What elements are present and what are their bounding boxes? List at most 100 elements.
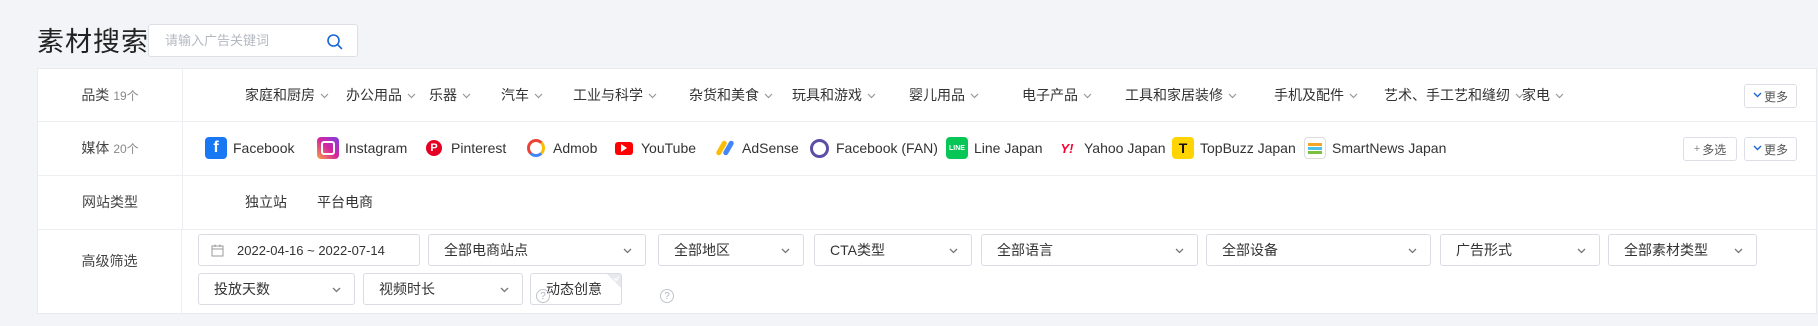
filter-dropdown[interactable]: 投放天数	[198, 273, 355, 305]
category-item[interactable]: 家电	[1522, 69, 1564, 121]
search-icon[interactable]	[326, 33, 343, 50]
site-type-label: 网站类型	[38, 175, 183, 229]
filter-dropdown-value: 全部语言	[997, 242, 1053, 258]
media-row: 媒体 20个 f Facebook Instagram P Pinterest Admob…	[38, 121, 1816, 176]
site-type-platform[interactable]: 平台电商	[317, 175, 373, 229]
media-item[interactable]: T TopBuzz Japan	[1172, 121, 1296, 175]
media-item[interactable]: YouTube	[613, 121, 696, 175]
filter-dropdown[interactable]: 全部设备	[1206, 234, 1431, 266]
search-box[interactable]	[148, 24, 358, 57]
filter-panel: 品类 19个 家庭和厨房 办公用品 乐器 汽车 工业与科学 杂货和美食 玩具和游戏 婴儿用品 电…	[37, 68, 1817, 314]
advanced-row: 高级筛选 2022-04-16 ~ 2022-07-14 全部电商站点 全部地区 C…	[38, 229, 1816, 313]
category-item-label: 玩具和游戏	[792, 87, 862, 103]
media-label-text: 媒体	[81, 140, 110, 156]
media-item[interactable]: Instagram	[317, 121, 407, 175]
media-item-label: Admob	[553, 140, 598, 156]
filter-dropdown[interactable]: 视频时长	[363, 273, 523, 305]
category-item-label: 工业与科学	[573, 87, 643, 103]
category-item-label: 艺术、手工艺和缝纫	[1384, 87, 1510, 103]
site-type-row: 网站类型 独立站 平台电商	[38, 175, 1816, 230]
chevron-down-icon	[1555, 91, 1564, 100]
date-range-picker[interactable]: 2022-04-16 ~ 2022-07-14	[198, 234, 420, 266]
media-item[interactable]: SmartNews Japan	[1304, 121, 1446, 175]
media-item[interactable]: Y! Yahoo Japan	[1056, 121, 1165, 175]
help-icon-video-duration[interactable]: ?	[536, 289, 550, 303]
category-item-label: 杂货和美食	[689, 87, 759, 103]
help-icon-dynamic-creative[interactable]: ?	[660, 289, 674, 303]
topbuzz-icon: T	[1172, 137, 1194, 159]
media-item[interactable]: AdSense	[714, 121, 799, 175]
filter-dropdown[interactable]: CTA类型	[814, 234, 972, 266]
media-item-label: Yahoo Japan	[1084, 140, 1166, 156]
multi-select-label: 多选	[1702, 142, 1727, 157]
chevron-down-icon	[867, 91, 876, 100]
filter-dropdown[interactable]: 全部电商站点	[428, 234, 646, 266]
chevron-down-icon	[648, 91, 657, 100]
filter-dropdown-value: 全部素材类型	[1624, 242, 1708, 258]
media-item-label: SmartNews Japan	[1332, 140, 1447, 156]
category-item[interactable]: 杂货和美食	[689, 69, 773, 121]
chevron-down-icon	[1408, 248, 1417, 254]
category-item[interactable]: 电子产品	[1022, 69, 1092, 121]
advanced-label: 高级筛选	[38, 229, 182, 313]
pinterest-icon: P	[423, 137, 445, 159]
category-item[interactable]: 婴儿用品	[909, 69, 979, 121]
media-count: 20个	[113, 141, 139, 156]
chevron-down-icon	[407, 91, 416, 100]
filter-dropdown-value: CTA类型	[830, 242, 885, 258]
filter-dropdown-value: 全部设备	[1222, 242, 1278, 258]
category-item[interactable]: 家庭和厨房	[245, 69, 329, 121]
media-item-label: Instagram	[345, 140, 408, 156]
category-item[interactable]: 艺术、手工艺和缝纫	[1384, 69, 1524, 121]
category-item[interactable]: 手机及配件	[1274, 69, 1358, 121]
chevron-down-icon	[332, 287, 341, 293]
site-type-list: 独立站 平台电商	[183, 175, 1816, 229]
media-more-label: 更多	[1763, 142, 1788, 157]
chevron-down-icon	[500, 287, 509, 293]
category-item[interactable]: 汽车	[501, 69, 543, 121]
filter-dropdown[interactable]: 全部地区	[658, 234, 804, 266]
category-item[interactable]: 工具和家居装修	[1125, 69, 1237, 121]
chevron-down-icon	[781, 248, 790, 254]
media-item-label: Facebook	[233, 140, 295, 156]
adsense-icon	[714, 137, 736, 159]
search-input[interactable]	[163, 32, 317, 49]
media-label: 媒体 20个	[38, 121, 183, 175]
media-more-button[interactable]: 更多	[1744, 137, 1797, 161]
chevron-down-icon	[623, 248, 632, 254]
filter-dropdown[interactable]: 广告形式	[1440, 234, 1600, 266]
chevron-down-icon	[1734, 248, 1743, 254]
category-item[interactable]: 工业与科学	[573, 69, 657, 121]
media-item-label: Line Japan	[974, 140, 1043, 156]
smartnews-icon	[1304, 137, 1326, 159]
filter-dropdown[interactable]: 全部素材类型	[1608, 234, 1757, 266]
category-item[interactable]: 玩具和游戏	[792, 69, 876, 121]
media-item[interactable]: P Pinterest	[423, 121, 506, 175]
media-item[interactable]: Facebook (FAN)	[808, 121, 938, 175]
chevron-down-icon	[1175, 248, 1184, 254]
category-item[interactable]: 办公用品	[346, 69, 416, 121]
chevron-down-icon	[1228, 91, 1237, 100]
category-item-label: 办公用品	[346, 87, 402, 103]
header: 素材搜索	[0, 0, 1818, 68]
advanced-filters: 2022-04-16 ~ 2022-07-14 全部电商站点 全部地区 CTA类型 全…	[183, 229, 1816, 313]
category-item-label: 手机及配件	[1274, 87, 1344, 103]
media-item[interactable]: Admob	[525, 121, 597, 175]
media-item-label: AdSense	[742, 140, 799, 156]
chevron-down-icon	[1753, 143, 1762, 155]
media-item-label: Facebook (FAN)	[836, 140, 938, 156]
site-type-independent[interactable]: 独立站	[245, 175, 287, 229]
media-item[interactable]: f Facebook	[205, 121, 294, 175]
media-item[interactable]: LINE Line Japan	[946, 121, 1043, 175]
facebook-fan-icon	[808, 137, 830, 159]
calendar-icon	[211, 244, 224, 257]
media-list: f Facebook Instagram P Pinterest Admob YouTube…	[183, 121, 1816, 175]
category-row: 品类 19个 家庭和厨房 办公用品 乐器 汽车 工业与科学 杂货和美食 玩具和游戏 婴儿用品 电…	[38, 69, 1816, 122]
filter-dropdown[interactable]: 全部语言	[981, 234, 1198, 266]
category-item-label: 家电	[1522, 87, 1550, 103]
chevron-down-icon	[1083, 91, 1092, 100]
multi-select-button[interactable]: + 多选	[1683, 137, 1737, 161]
category-more-label: 更多	[1763, 89, 1788, 104]
category-item[interactable]: 乐器	[429, 69, 471, 121]
category-more-button[interactable]: 更多	[1744, 84, 1797, 108]
